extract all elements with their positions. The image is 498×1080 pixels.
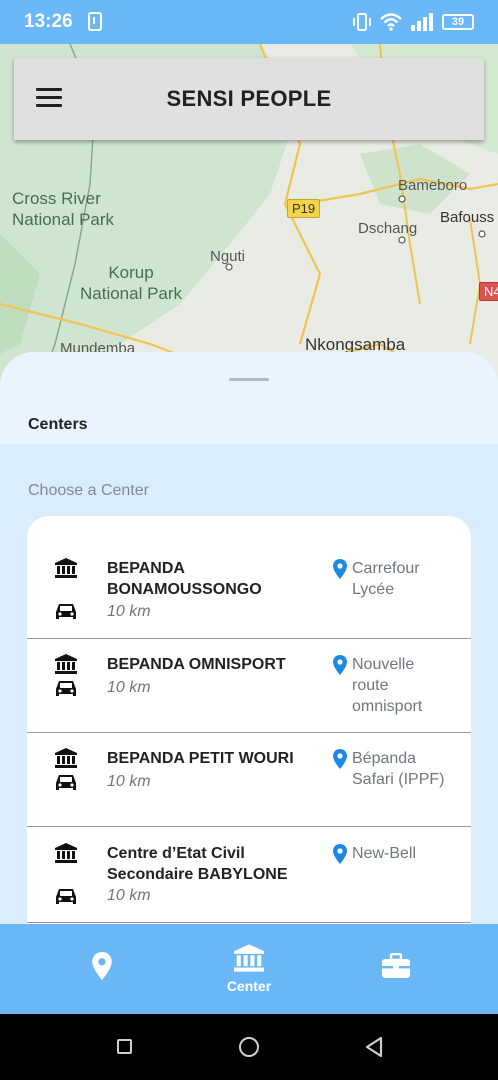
map-label-text: Cross River National Park [12,189,115,229]
center-name: BEPANDA PETIT WOURI [107,750,294,767]
map-label-korup: Korup National Park [80,262,182,304]
center-row[interactable]: BEPANDA BONAMOUSSONGO 10 km Carrefour Ly… [27,516,471,639]
map-label-text: Korup National Park [80,263,183,303]
center-row[interactable]: Centre d’Etat Civil Secondaire BABYLONE … [27,827,471,923]
battery-level: 39 [451,16,465,28]
center-name: BEPANDA OMNISPORT [107,656,286,673]
nav-item-briefcase[interactable] [336,924,456,1014]
bank-icon [55,654,77,674]
signal-icon [411,13,433,31]
car-icon [56,604,76,619]
bottom-nav: Center [0,924,498,1014]
wifi-icon [380,13,402,31]
status-bar: 13:26 39 [0,0,498,44]
location-pin-icon [333,749,347,769]
nav-item-map[interactable] [42,924,162,1014]
centers-list: BEPANDA BONAMOUSSONGO 10 km Carrefour Ly… [27,516,471,932]
sheet-header: Centers [0,352,498,444]
battery-icon: 39 [442,14,474,30]
nav-item-center[interactable]: Center [189,924,309,1014]
app-title: SENSI PEOPLE [166,86,332,111]
recents-button[interactable] [117,1039,132,1054]
status-icons: 39 [352,10,474,34]
car-icon [56,681,76,696]
center-row[interactable]: BEPANDA PETIT WOURI 10 km Bépanda Safari… [27,733,471,827]
home-button[interactable] [239,1037,259,1057]
map-label-cross-river: Cross River National Park [12,188,114,230]
location-pin-icon [333,559,347,579]
car-icon [56,775,76,790]
map-pin-icon [92,952,112,980]
center-row[interactable]: BEPANDA OMNISPORT 10 km Nouvelle route o… [27,639,471,733]
back-button[interactable] [364,1036,384,1058]
center-distance: 10 km [107,679,151,696]
center-location: Nouvelle route omnisport [352,656,423,715]
download-icon [88,12,102,31]
vibrate-icon [353,13,371,31]
center-location: Carrefour Lycée [352,560,420,598]
system-nav-bar [0,1014,498,1080]
center-name: BEPANDA BONAMOUSSONGO [107,560,262,598]
bank-icon [234,944,264,972]
center-distance: 10 km [107,887,151,904]
nav-label-center: Center [226,978,272,994]
location-pin-icon [333,844,347,864]
center-location: Bépanda Safari (IPPF) [352,750,445,788]
location-pin-icon [333,655,347,675]
center-distance: 10 km [107,773,151,790]
car-icon [56,889,76,904]
road-badge-p19: P19 [287,199,321,218]
center-location: New-Bell [352,845,417,862]
map-label-dschang: Dschang [358,220,418,237]
road-badge-n4: N4 [479,282,498,301]
app-bar: SENSI PEOPLE [14,58,484,140]
map-label-bameboro: Bameboro [398,177,468,194]
map-label-bafoussam: Bafouss [440,209,495,226]
drag-handle[interactable] [229,378,269,381]
briefcase-icon [382,953,410,978]
map-label-nguti: Nguti [210,248,246,265]
bank-icon [55,748,77,768]
bank-icon [55,558,77,578]
centers-sheet: Centers Choose a Center BEPANDA BONAMOUS… [0,352,498,932]
center-distance: 10 km [107,603,151,620]
choose-center-label: Choose a Center [28,482,149,499]
center-name: Centre d’Etat Civil Secondaire BABYLONE [107,845,288,883]
bank-icon [55,843,77,863]
sheet-title: Centers [28,416,88,433]
status-time: 13:26 [24,11,73,32]
